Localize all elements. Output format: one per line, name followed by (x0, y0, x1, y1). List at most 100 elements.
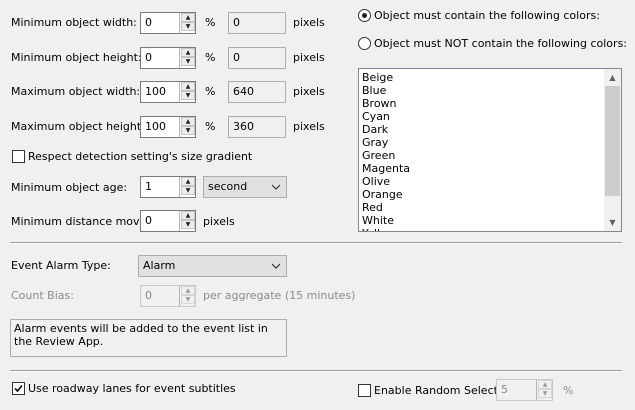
max-width-percent-value: 100 (145, 85, 166, 98)
color-list-item[interactable]: Green (362, 149, 410, 162)
min-width-percent-spinner[interactable]: 0 ▲ ▼ (140, 12, 196, 34)
count-bias-spinner[interactable]: 0 ▲ ▼ (140, 285, 196, 307)
max-height-percent-spinner[interactable]: 100 ▲ ▼ (140, 116, 196, 138)
scroll-down-icon[interactable]: ▼ (604, 214, 621, 231)
event-message-text: Alarm events will be added to the event … (14, 322, 268, 348)
min-width-pixels-field: 0 (228, 12, 286, 34)
color-list-item[interactable]: Orange (362, 188, 410, 201)
event-alarm-type-label: Event Alarm Type: (11, 259, 111, 272)
spin-up-icon[interactable]: ▲ (181, 211, 195, 220)
footer-divider (10, 370, 622, 372)
min-height-pixels-unit: pixels (293, 51, 325, 64)
max-width-pixels-unit: pixels (293, 85, 325, 98)
color-list-item[interactable]: White (362, 214, 410, 227)
roadway-lanes-label[interactable]: Use roadway lanes for event subtitles (28, 382, 236, 396)
color-list-item[interactable]: Blue (362, 84, 410, 97)
max-height-percent-value: 100 (145, 120, 166, 133)
must-not-contain-radio[interactable] (358, 37, 371, 50)
min-age-value: 1 (145, 180, 152, 193)
min-age-label: Minimum object age: (11, 181, 128, 194)
count-bias-unit: per aggregate (15 minutes) (203, 289, 356, 302)
chevron-down-icon (271, 184, 281, 190)
respect-gradient-label[interactable]: Respect detection setting's size gradien… (28, 150, 252, 164)
min-height-percent-spinner[interactable]: 0 ▲ ▼ (140, 47, 196, 69)
spin-up-icon[interactable]: ▲ (538, 380, 552, 389)
count-bias-value: 0 (145, 289, 152, 302)
spin-down-icon[interactable]: ▼ (181, 57, 195, 66)
min-distance-spinner[interactable]: 0 ▲ ▼ (140, 210, 196, 232)
max-height-pixels-field: 360 (228, 116, 286, 138)
roadway-lanes-checkbox[interactable] (12, 382, 25, 395)
spin-down-icon[interactable]: ▼ (181, 295, 195, 304)
random-selector-label[interactable]: Enable Random Selector (374, 384, 509, 398)
min-age-unit-dropdown[interactable]: second (203, 176, 287, 198)
color-listbox[interactable]: Beige Blue Brown Cyan Dark Gray Green Magenta Ol… (358, 68, 622, 232)
color-list-item[interactable]: Magenta (362, 162, 410, 175)
random-selector-spinner[interactable]: 5 ▲ ▼ (496, 379, 553, 401)
spin-down-icon[interactable]: ▼ (538, 389, 552, 398)
checkmark-icon (14, 384, 23, 393)
color-list-item[interactable]: Cyan (362, 110, 410, 123)
max-width-pixels-field: 640 (228, 81, 286, 103)
color-list-item[interactable]: Brown (362, 97, 410, 110)
count-bias-label: Count Bias: (11, 289, 74, 302)
section-divider (10, 242, 622, 244)
min-height-label: Minimum object height: (11, 51, 142, 64)
spin-up-icon[interactable]: ▲ (181, 177, 195, 186)
max-width-label: Maximum object width: (11, 85, 141, 98)
min-width-percent-value: 0 (145, 16, 152, 29)
max-height-pixels-value: 360 (233, 120, 254, 133)
event-message-box: Alarm events will be added to the event … (10, 319, 287, 357)
min-width-pixels-unit: pixels (293, 16, 325, 29)
scrollbar-thumb[interactable] (605, 86, 620, 196)
scroll-up-icon[interactable]: ▲ (604, 69, 621, 86)
must-contain-label[interactable]: Object must contain the following colors… (374, 9, 600, 23)
min-distance-label: Minimum distance moved: (11, 215, 157, 228)
random-selector-checkbox[interactable] (358, 384, 371, 397)
min-age-spinner[interactable]: 1 ▲ ▼ (140, 176, 196, 198)
spin-up-icon[interactable]: ▲ (181, 117, 195, 126)
spin-down-icon[interactable]: ▼ (181, 91, 195, 100)
max-width-pixels-value: 640 (233, 85, 254, 98)
spin-down-icon[interactable]: ▼ (181, 126, 195, 135)
spin-up-icon[interactable]: ▲ (181, 286, 195, 295)
min-height-pixels-field: 0 (228, 47, 286, 69)
min-height-percent-unit: % (205, 51, 216, 64)
radio-selected-dot (362, 13, 367, 18)
min-distance-unit: pixels (203, 215, 235, 228)
min-width-pixels-value: 0 (233, 16, 240, 29)
color-list-item[interactable]: Yellow (362, 227, 410, 231)
color-list-item[interactable]: Gray (362, 136, 410, 149)
color-list-item[interactable]: Olive (362, 175, 410, 188)
max-width-percent-spinner[interactable]: 100 ▲ ▼ (140, 81, 196, 103)
color-list: Beige Blue Brown Cyan Dark Gray Green Magenta Ol… (362, 71, 410, 231)
min-age-unit-value: second (208, 180, 248, 193)
event-alarm-type-value: Alarm (143, 259, 176, 272)
respect-gradient-checkbox[interactable] (12, 150, 25, 163)
must-contain-radio[interactable] (358, 9, 371, 22)
max-height-label: Maximum object height: (11, 120, 145, 133)
spin-down-icon[interactable]: ▼ (181, 22, 195, 31)
must-not-contain-label[interactable]: Object must NOT contain the following co… (374, 37, 627, 51)
min-height-pixels-value: 0 (233, 51, 240, 64)
event-alarm-type-dropdown[interactable]: Alarm (138, 255, 287, 277)
spin-up-icon[interactable]: ▲ (181, 82, 195, 91)
max-width-percent-unit: % (205, 85, 216, 98)
random-selector-unit: % (563, 384, 574, 397)
spin-up-icon[interactable]: ▲ (181, 13, 195, 22)
color-list-item[interactable]: Red (362, 201, 410, 214)
color-list-scrollbar[interactable]: ▲ ▼ (604, 69, 621, 231)
min-width-percent-unit: % (205, 16, 216, 29)
chevron-down-icon (271, 263, 281, 269)
min-distance-value: 0 (145, 214, 152, 227)
spin-up-icon[interactable]: ▲ (181, 48, 195, 57)
spin-down-icon[interactable]: ▼ (181, 186, 195, 195)
max-height-pixels-unit: pixels (293, 120, 325, 133)
min-height-percent-value: 0 (145, 51, 152, 64)
max-height-percent-unit: % (205, 120, 216, 133)
spin-down-icon[interactable]: ▼ (181, 220, 195, 229)
color-list-item[interactable]: Beige (362, 71, 410, 84)
min-width-label: Minimum object width: (11, 16, 137, 29)
color-list-item[interactable]: Dark (362, 123, 410, 136)
random-selector-value: 5 (501, 383, 508, 396)
